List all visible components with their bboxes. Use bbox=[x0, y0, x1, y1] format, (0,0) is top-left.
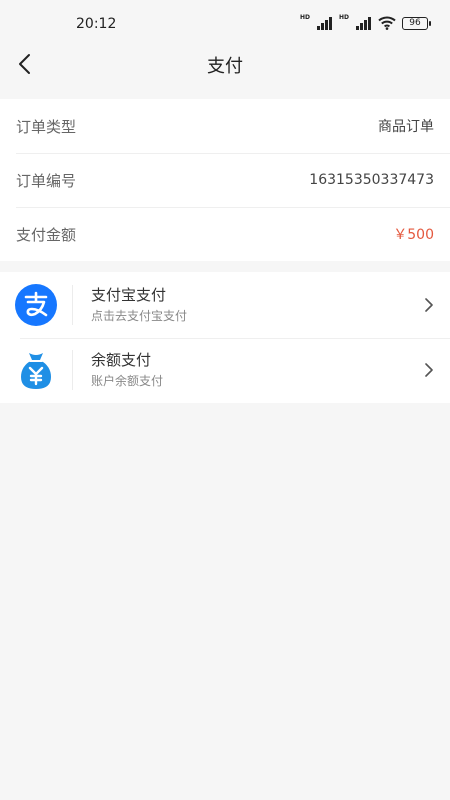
battery-icon: 96 bbox=[402, 16, 431, 30]
order-number-label: 订单编号 bbox=[16, 171, 77, 190]
divider bbox=[72, 350, 73, 391]
hd-label: HD bbox=[299, 13, 310, 21]
order-type-row: 订单类型 商品订单 bbox=[0, 99, 450, 153]
money-bag-icon bbox=[21, 353, 51, 390]
alipay-subtitle: 点击去支付宝支付 bbox=[91, 308, 188, 323]
page-title: 支付 bbox=[207, 56, 243, 77]
order-type-label: 订单类型 bbox=[16, 117, 77, 136]
alipay-icon bbox=[15, 283, 57, 326]
balance-texts: 余额支付 账户余额支付 bbox=[91, 350, 422, 390]
pay-amount-label: 支付金额 bbox=[16, 225, 77, 244]
nav-bar: 支付 bbox=[0, 40, 450, 88]
pay-amount-row: 支付金额 ￥500 bbox=[0, 207, 450, 261]
balance-option[interactable]: 余额支付 账户余额支付 bbox=[0, 337, 450, 404]
status-icons: HD HD 96 bbox=[299, 13, 431, 30]
status-time: 20:12 bbox=[76, 16, 117, 32]
balance-title: 余额支付 bbox=[91, 351, 152, 370]
order-type-value: 商品订单 bbox=[378, 119, 434, 135]
balance-subtitle: 账户余额支付 bbox=[91, 374, 164, 389]
hd-label-2: HD bbox=[338, 13, 349, 21]
alipay-option[interactable]: 支付宝支付 点击去支付宝支付 bbox=[0, 272, 450, 338]
divider bbox=[72, 284, 73, 325]
alipay-texts: 支付宝支付 点击去支付宝支付 bbox=[91, 285, 422, 325]
signal-icon-2 bbox=[356, 16, 372, 30]
chevron-right-icon bbox=[425, 297, 433, 312]
order-number-value: 16315350337473 bbox=[309, 172, 434, 188]
alipay-title: 支付宝支付 bbox=[91, 285, 167, 304]
pay-amount-value: ￥500 bbox=[393, 227, 434, 243]
chevron-right-icon bbox=[425, 363, 433, 378]
signal-icon bbox=[316, 16, 333, 30]
wifi-icon bbox=[378, 16, 396, 30]
order-number-row: 订单编号 16315350337473 bbox=[0, 153, 450, 207]
payment-methods-card: 支付宝支付 点击去支付宝支付 余额支付 账户余额支付 bbox=[0, 272, 450, 403]
order-info-card: 订单类型 商品订单 订单编号 16315350337473 支付金额 ￥500 bbox=[0, 99, 450, 261]
